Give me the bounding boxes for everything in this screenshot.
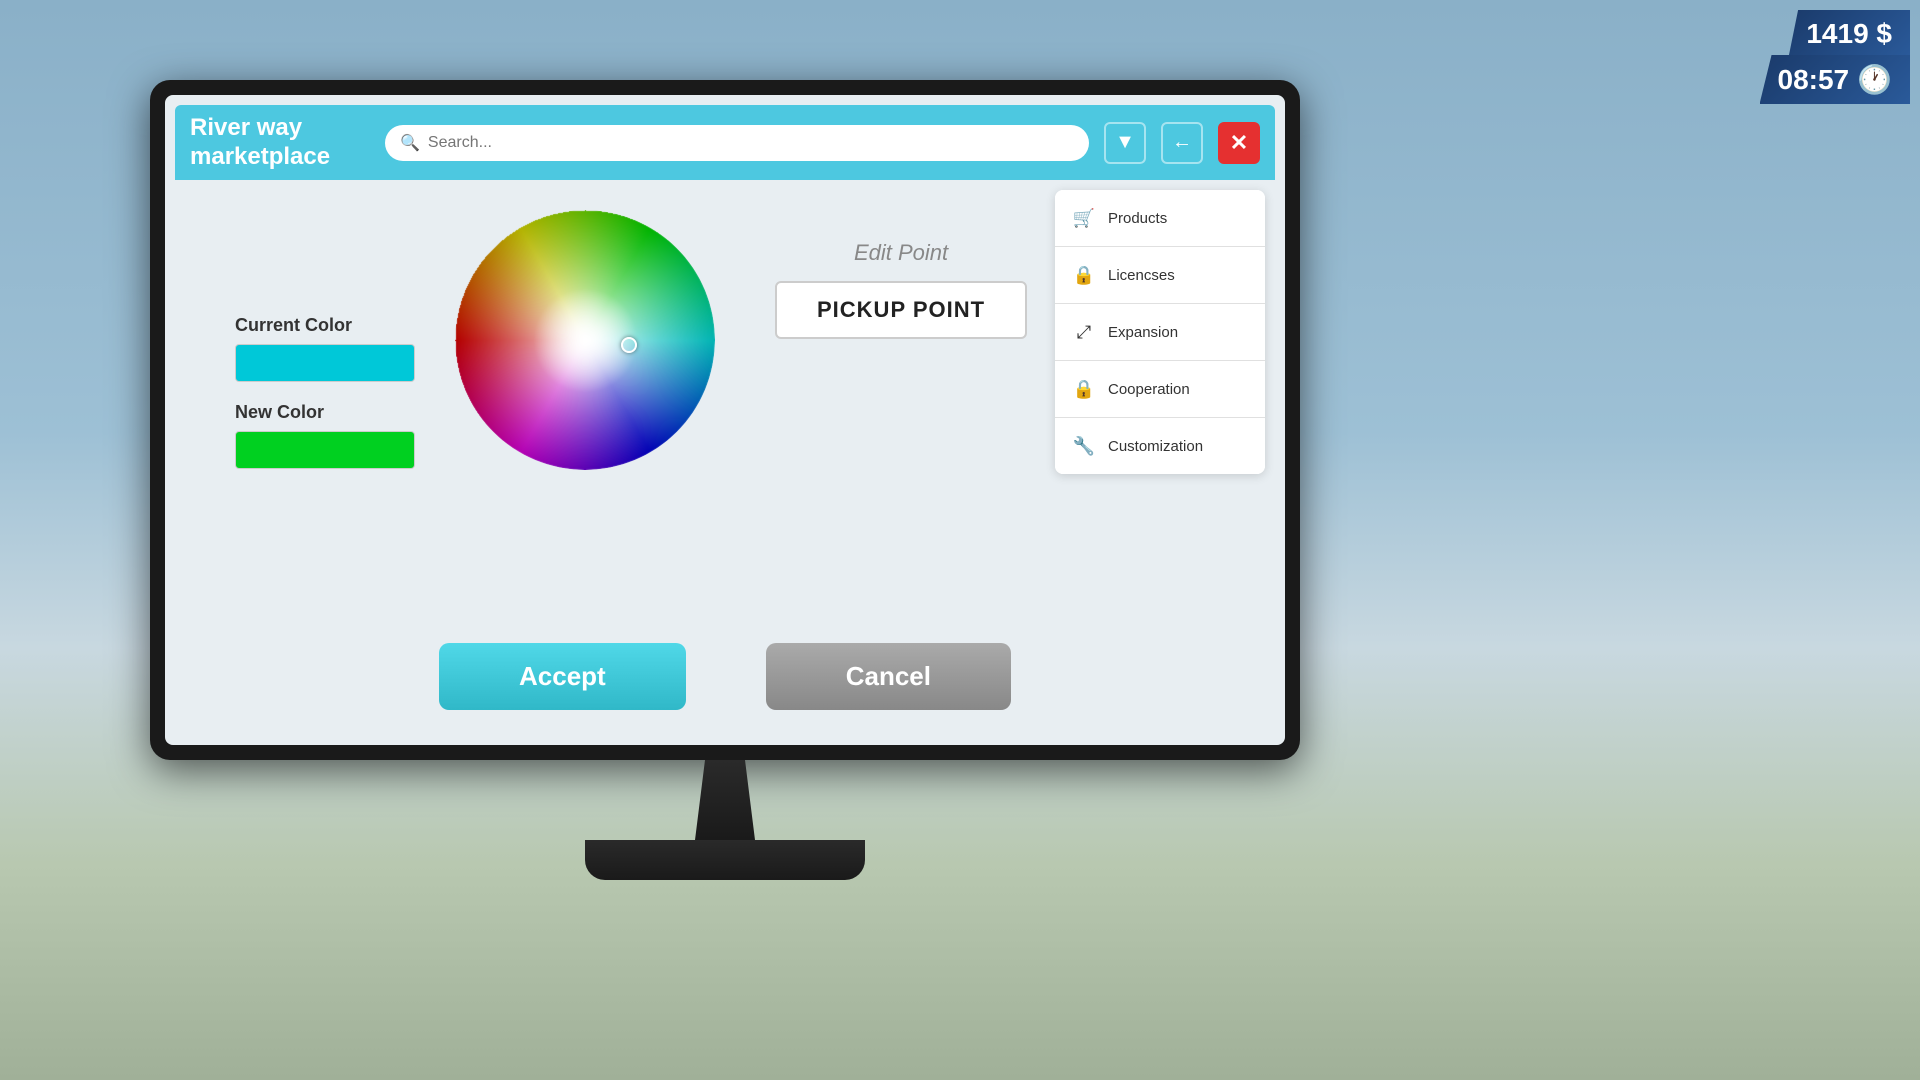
marketplace-dialog: River way marketplace 🔍 ▼ ← ✕ Current Co…: [175, 105, 1275, 735]
search-icon: 🔍: [400, 133, 420, 153]
color-wheel-container[interactable]: [455, 210, 715, 470]
menu-item-licencses[interactable]: 🔒 Licencses: [1055, 247, 1265, 304]
menu-item-expansion[interactable]: ⤢ Expansion: [1055, 304, 1265, 361]
dialog-footer: Accept Cancel: [175, 623, 1275, 735]
new-color-label: New Color: [235, 402, 324, 423]
hud-money: 1419 $: [1788, 10, 1910, 58]
hud-time: 08:57 🕐: [1760, 55, 1911, 104]
products-icon: 🛒: [1070, 204, 1098, 232]
licencses-icon: 🔒: [1070, 261, 1098, 289]
menu-label-licencses: Licencses: [1108, 267, 1175, 284]
edit-point-label: Edit Point: [854, 240, 948, 266]
menu-label-customization: Customization: [1108, 438, 1203, 455]
side-menu: 🛒 Products 🔒 Licencses ⤢ Expansion 🔒 Coo…: [1055, 190, 1265, 474]
dialog-header: River way marketplace 🔍 ▼ ← ✕: [175, 105, 1275, 180]
current-color-label: Current Color: [235, 315, 352, 336]
expansion-icon: ⤢: [1070, 318, 1098, 346]
cancel-button[interactable]: Cancel: [766, 643, 1011, 710]
menu-label-products: Products: [1108, 210, 1167, 227]
current-color-swatch: [235, 344, 415, 382]
stand-base: [585, 840, 865, 880]
clock-icon: 🕐: [1857, 63, 1892, 96]
new-color-swatch: [235, 431, 415, 469]
dialog-title: River way marketplace: [190, 114, 370, 172]
dropdown-button[interactable]: ▼: [1104, 122, 1146, 164]
customization-icon: 🔧: [1070, 432, 1098, 460]
color-wheel-canvas[interactable]: [455, 210, 715, 470]
close-button[interactable]: ✕: [1218, 122, 1260, 164]
accept-button[interactable]: Accept: [439, 643, 686, 710]
cooperation-icon: 🔒: [1070, 375, 1098, 403]
pickup-point-button[interactable]: PICKUP POINT: [775, 281, 1027, 339]
monitor-screen: River way marketplace 🔍 ▼ ← ✕ Current Co…: [165, 95, 1285, 745]
edit-point-section: Edit Point PICKUP POINT: [775, 240, 1027, 339]
menu-item-products[interactable]: 🛒 Products: [1055, 190, 1265, 247]
search-bar[interactable]: 🔍: [385, 125, 1089, 161]
search-input[interactable]: [428, 134, 1074, 152]
monitor-stand: [150, 760, 1300, 880]
menu-item-customization[interactable]: 🔧 Customization: [1055, 418, 1265, 474]
stand-neck: [675, 760, 775, 840]
menu-item-cooperation[interactable]: 🔒 Cooperation: [1055, 361, 1265, 418]
menu-label-cooperation: Cooperation: [1108, 381, 1190, 398]
dialog-content: Current Color New Color Edit Point PICKU…: [175, 180, 1275, 623]
color-wheel[interactable]: [455, 210, 715, 470]
monitor: River way marketplace 🔍 ▼ ← ✕ Current Co…: [150, 80, 1300, 760]
menu-label-expansion: Expansion: [1108, 324, 1178, 341]
back-button[interactable]: ←: [1161, 122, 1203, 164]
hud-time-value: 08:57: [1778, 64, 1850, 96]
